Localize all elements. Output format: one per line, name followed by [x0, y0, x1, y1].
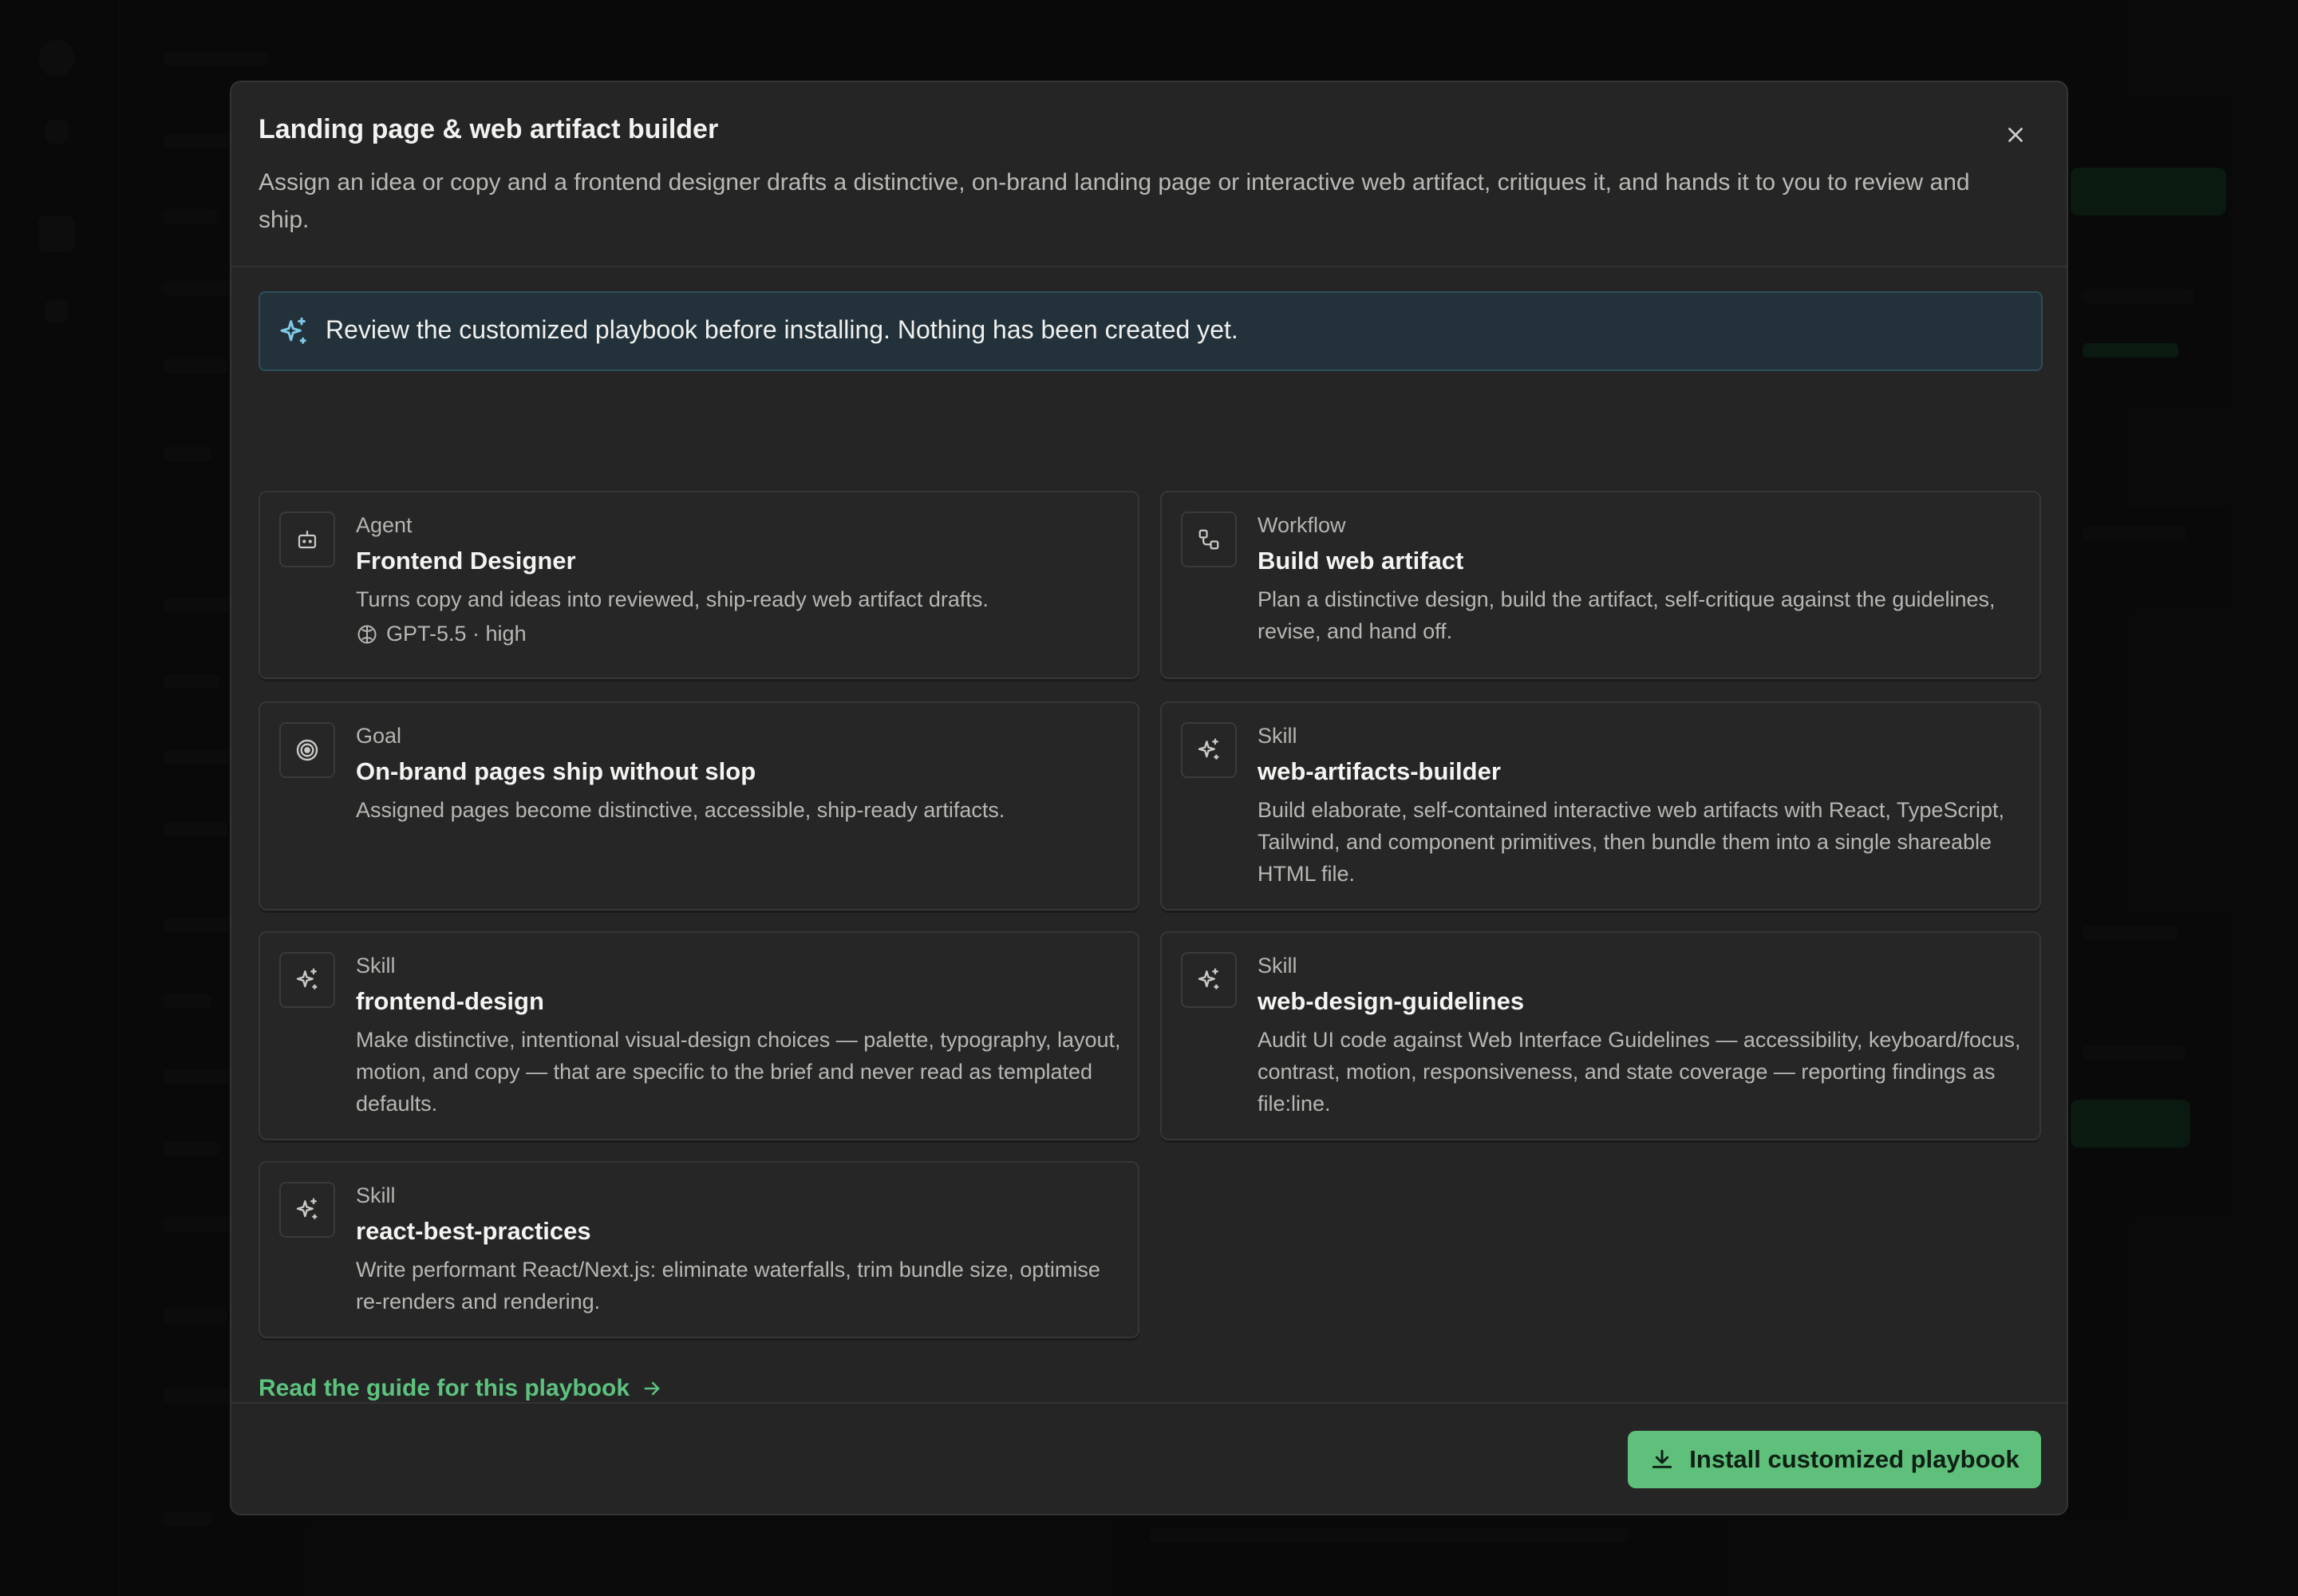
- card-agent-frontend-designer[interactable]: Agent Frontend Designer Turns copy and i…: [259, 491, 1139, 679]
- card-type: Workflow: [1258, 513, 1346, 537]
- download-icon: [1652, 1449, 1672, 1468]
- card-title: Frontend Designer: [356, 547, 576, 575]
- install-playbook-button[interactable]: Install customized playbook: [1628, 1431, 2041, 1488]
- sparkles-icon: [1198, 968, 1219, 990]
- card-icon-box: [279, 952, 335, 1008]
- card-type: Agent: [356, 513, 413, 537]
- model-label: GPT-5.5 · high: [386, 622, 527, 646]
- modal-footer: Install customized playbook: [231, 1402, 2067, 1514]
- card-goal-on-brand-pages[interactable]: Goal On-brand pages ship without slop As…: [259, 701, 1139, 911]
- card-icon-box: [1181, 722, 1237, 778]
- card-icon-box: [279, 1182, 335, 1238]
- review-notice: Review the customized playbook before in…: [259, 291, 2043, 371]
- card-description: Audit UI code against Web Interface Guid…: [1258, 1028, 2021, 1116]
- sparkles-icon: [296, 968, 318, 990]
- card-title: web-artifacts-builder: [1258, 757, 1501, 785]
- card-icon-box: [1181, 952, 1237, 1008]
- card-type: Skill: [1258, 724, 1297, 748]
- playbook-modal: Landing page & web artifact builder Assi…: [230, 81, 2068, 1515]
- card-type: Skill: [1258, 954, 1297, 978]
- card-skill-react-best-practices[interactable]: Skill react-best-practices Write perform…: [259, 1161, 1139, 1338]
- card-description: Build elaborate, self-contained interact…: [1258, 798, 2004, 886]
- sparkles-icon: [280, 317, 306, 344]
- workflow-icon: [1198, 529, 1219, 550]
- card-title: web-design-guidelines: [1258, 987, 1525, 1015]
- card-title: Build web artifact: [1258, 547, 1464, 575]
- modal-header: Landing page & web artifact builder Assi…: [231, 82, 2067, 267]
- card-model: GPT-5.5 · high: [356, 622, 527, 646]
- card-title: frontend-design: [356, 987, 544, 1015]
- close-icon: [2008, 128, 2023, 142]
- card-description: Make distinctive, intentional visual-des…: [356, 1028, 1121, 1116]
- install-button-label: Install customized playbook: [1689, 1445, 2020, 1473]
- card-description: Turns copy and ideas into reviewed, ship…: [356, 587, 989, 611]
- card-icon-box: [279, 722, 335, 778]
- card-skill-frontend-design[interactable]: Skill frontend-design Make distinctive, …: [259, 931, 1139, 1140]
- card-workflow-build-web-artifact[interactable]: Workflow Build web artifact Plan a disti…: [1160, 491, 2041, 679]
- card-icon-box: [279, 512, 335, 567]
- guide-link-label: Read the guide for this playbook: [259, 1375, 630, 1401]
- card-title: react-best-practices: [356, 1217, 591, 1245]
- model-icon: [357, 625, 377, 643]
- sparkles-icon: [296, 1198, 318, 1219]
- card-title: On-brand pages ship without slop: [356, 757, 756, 785]
- bot-icon: [298, 530, 317, 549]
- card-icon-box: [1181, 512, 1237, 567]
- card-description: Write performant React/Next.js: eliminat…: [356, 1258, 1100, 1314]
- modal-title: Landing page & web artifact builder: [259, 114, 719, 144]
- card-description: Plan a distinctive design, build the art…: [1258, 587, 1996, 643]
- target-icon: [296, 739, 318, 761]
- modal-description: Assign an idea or copy and a frontend de…: [259, 169, 1970, 233]
- close-button[interactable]: [1996, 116, 2035, 154]
- card-skill-web-design-guidelines[interactable]: Skill web-design-guidelines Audit UI cod…: [1160, 931, 2041, 1140]
- card-type: Skill: [356, 954, 396, 978]
- card-type: Skill: [356, 1183, 396, 1207]
- guide-link[interactable]: Read the guide for this playbook: [259, 1375, 663, 1402]
- card-description: Assigned pages become distinctive, acces…: [356, 798, 1005, 822]
- sparkles-icon: [1198, 738, 1219, 760]
- card-skill-web-artifacts-builder[interactable]: Skill web-artifacts-builder Build elabor…: [1160, 701, 2041, 911]
- card-type: Goal: [356, 724, 402, 748]
- arrow-right-icon: [644, 1381, 660, 1396]
- notice-text: Review the customized playbook before in…: [326, 315, 1238, 344]
